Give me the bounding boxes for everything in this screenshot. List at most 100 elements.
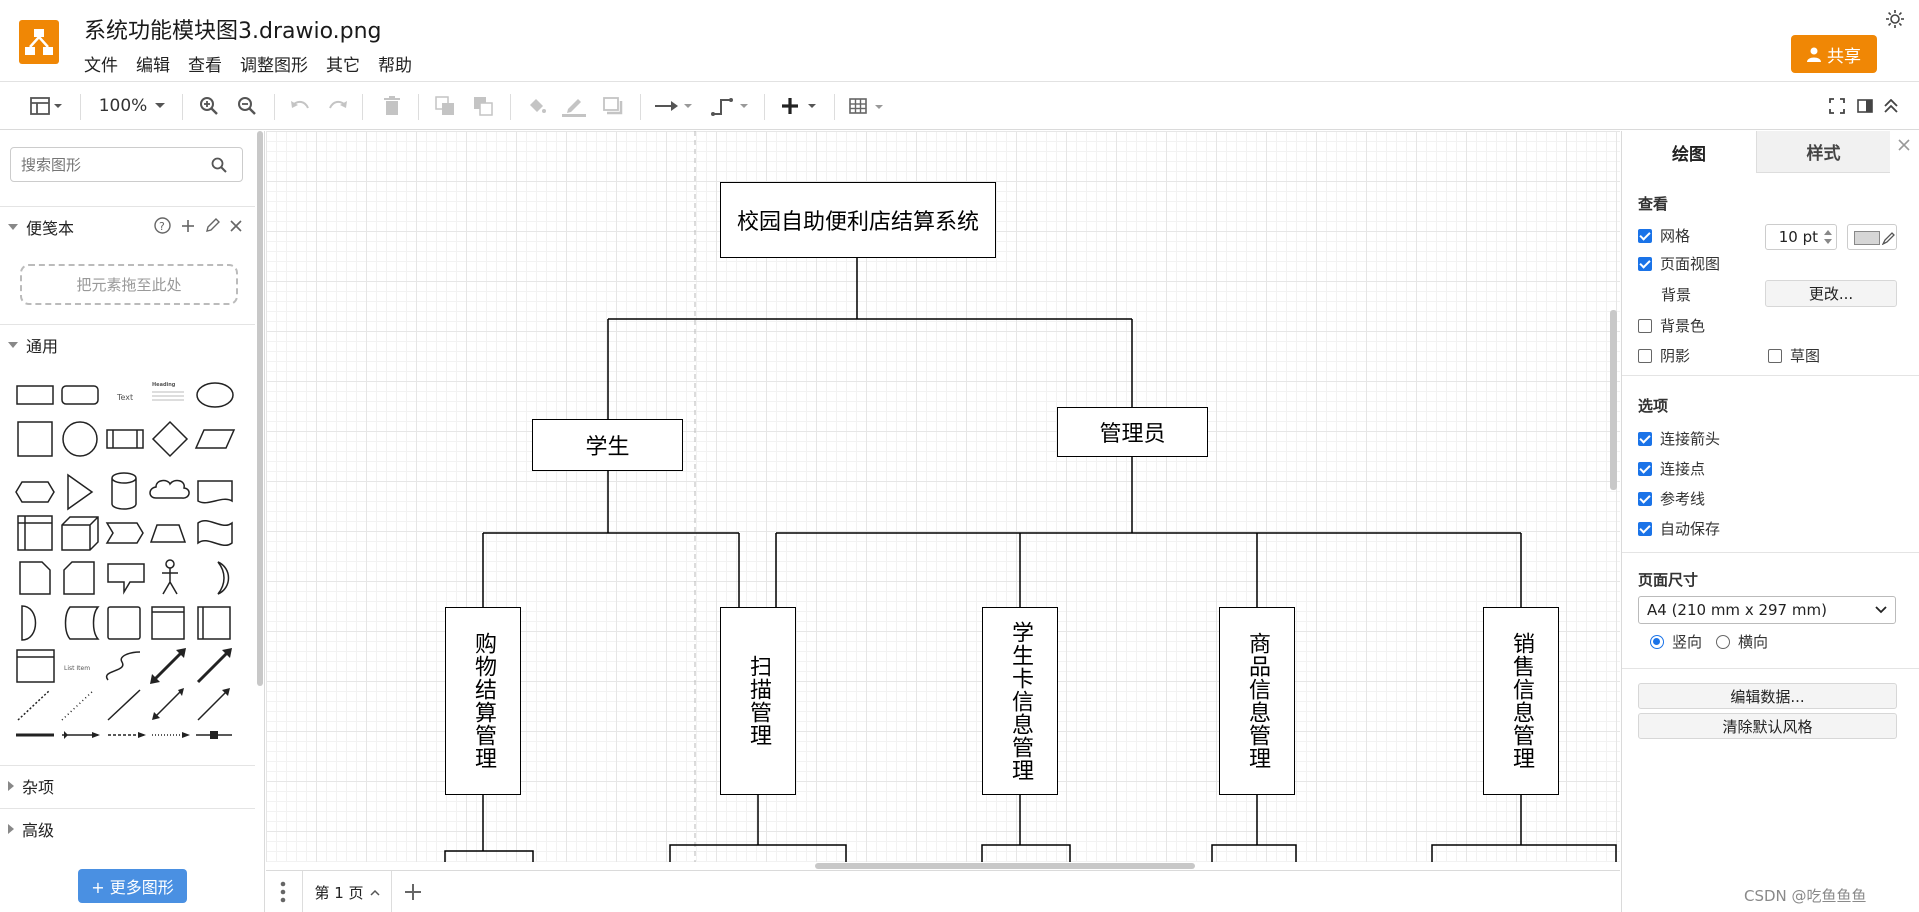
portrait-radio[interactable] bbox=[1650, 634, 1664, 649]
grid-option[interactable]: 网格 bbox=[1638, 225, 1690, 246]
diagram-canvas[interactable]: 校园自助便利店结算系统 学生 管理员 购物结算管理 扫描管理 学生卡信息管理 商… bbox=[266, 131, 1620, 862]
cylinder-shape bbox=[111, 472, 137, 510]
canvas-horizontal-scrollbar[interactable] bbox=[815, 863, 1195, 869]
grid-color-swatch[interactable] bbox=[1847, 224, 1897, 250]
module-node-checkout[interactable]: 购物结算管理 bbox=[445, 607, 521, 795]
paper-size-select[interactable]: A4 (210 mm x 297 mm) bbox=[1638, 596, 1896, 624]
autosave-checkbox[interactable] bbox=[1638, 521, 1652, 536]
step-shape bbox=[105, 522, 144, 544]
chevron-up-icon[interactable] bbox=[370, 889, 380, 896]
module-node-sales[interactable]: 销售信息管理 bbox=[1483, 607, 1559, 795]
change-background-button[interactable]: 更改... bbox=[1765, 280, 1897, 307]
module-node-product[interactable]: 商品信息管理 bbox=[1219, 607, 1295, 795]
more-shapes-button[interactable]: + 更多图形 bbox=[78, 869, 187, 903]
shadow-checkbox[interactable] bbox=[1638, 348, 1652, 363]
tab-diagram[interactable]: 绘图 bbox=[1622, 131, 1756, 173]
scratchpad-drop-zone[interactable]: 把元素拖至此处 bbox=[20, 264, 238, 305]
search-icon[interactable] bbox=[211, 157, 227, 173]
menu-file[interactable]: 文件 bbox=[84, 51, 118, 76]
module-node-student-card[interactable]: 学生卡信息管理 bbox=[982, 607, 1058, 795]
table-icon bbox=[849, 98, 883, 114]
insert-dropdown[interactable] bbox=[780, 90, 822, 122]
shadow-button[interactable] bbox=[600, 90, 626, 122]
to-back-button[interactable] bbox=[470, 90, 496, 122]
landscape-option[interactable]: 横向 bbox=[1716, 631, 1768, 652]
undo-button[interactable] bbox=[288, 90, 312, 122]
line-color-button[interactable] bbox=[560, 90, 588, 122]
page-tab[interactable]: 第 1 页 bbox=[302, 871, 392, 912]
redo-button[interactable] bbox=[326, 90, 350, 122]
shape-search-box[interactable] bbox=[10, 147, 243, 182]
delete-button[interactable] bbox=[380, 90, 404, 122]
table-dropdown[interactable] bbox=[848, 90, 890, 122]
connection-style-dropdown[interactable] bbox=[654, 90, 696, 122]
background-color-checkbox[interactable] bbox=[1638, 318, 1652, 333]
waypoints-dropdown[interactable] bbox=[710, 90, 752, 122]
edit-icon[interactable] bbox=[205, 218, 220, 233]
fill-color-button[interactable] bbox=[524, 90, 550, 122]
menu-edit[interactable]: 编辑 bbox=[136, 51, 170, 76]
eyedropper-icon[interactable] bbox=[1882, 231, 1896, 245]
heading-shape[interactable]: Heading bbox=[152, 382, 176, 388]
vertical-dots-icon[interactable] bbox=[280, 881, 286, 903]
format-panel-button[interactable] bbox=[1854, 90, 1876, 122]
background-color-option[interactable]: 背景色 bbox=[1638, 315, 1705, 336]
clear-default-style-button[interactable]: 清除默认风格 bbox=[1638, 713, 1897, 739]
zoom-out-button[interactable] bbox=[234, 90, 260, 122]
student-node[interactable]: 学生 bbox=[532, 419, 683, 471]
spinner-icon[interactable] bbox=[1824, 228, 1832, 246]
menu-help[interactable]: 帮助 bbox=[378, 51, 412, 76]
menu-extras[interactable]: 其它 bbox=[326, 51, 360, 76]
connect-arrows-option[interactable]: 连接箭头 bbox=[1638, 428, 1720, 449]
connect-points-option[interactable]: 连接点 bbox=[1638, 458, 1705, 479]
collapse-toolbar-button[interactable] bbox=[1880, 90, 1902, 122]
search-input[interactable] bbox=[21, 155, 211, 174]
sun-icon[interactable] bbox=[1885, 9, 1905, 29]
format-panel-toggle[interactable] bbox=[26, 90, 68, 122]
guides-checkbox[interactable] bbox=[1638, 491, 1652, 506]
admin-node[interactable]: 管理员 bbox=[1057, 407, 1208, 457]
shadow-option[interactable]: 阴影 bbox=[1638, 345, 1690, 366]
add-icon[interactable] bbox=[181, 219, 195, 233]
menu-arrange[interactable]: 调整图形 bbox=[240, 51, 308, 76]
zoom-dropdown[interactable]: 100% bbox=[96, 90, 168, 122]
document-title[interactable]: 系统功能模块图3.drawio.png bbox=[84, 13, 382, 45]
close-icon[interactable] bbox=[230, 219, 242, 232]
add-page-icon[interactable] bbox=[403, 882, 423, 902]
connect-arrows-checkbox[interactable] bbox=[1638, 431, 1652, 446]
general-header[interactable]: 通用 bbox=[0, 324, 255, 364]
guides-option[interactable]: 参考线 bbox=[1638, 488, 1705, 509]
tab-style[interactable]: 样式 bbox=[1756, 131, 1890, 173]
triangle-shape bbox=[67, 473, 94, 511]
grid-size-input[interactable]: 10 pt bbox=[1765, 224, 1837, 250]
sketch-checkbox[interactable] bbox=[1768, 348, 1782, 363]
advanced-header[interactable]: 高级 bbox=[0, 808, 255, 848]
collapsed-triangle-icon bbox=[8, 780, 14, 791]
portrait-option[interactable]: 竖向 bbox=[1650, 631, 1702, 652]
canvas-vertical-scrollbar[interactable] bbox=[1610, 310, 1617, 490]
help-icon[interactable]: ? bbox=[154, 217, 171, 234]
to-front-button[interactable] bbox=[432, 90, 458, 122]
autosave-option[interactable]: 自动保存 bbox=[1638, 518, 1720, 539]
edit-data-button[interactable]: 编辑数据... bbox=[1638, 683, 1897, 709]
list-item-shape[interactable]: List Item bbox=[64, 665, 90, 672]
sidebar-scrollbar[interactable] bbox=[257, 131, 263, 686]
close-icon[interactable] bbox=[1898, 139, 1910, 151]
page-view-option[interactable]: 页面视图 bbox=[1638, 253, 1720, 274]
sketch-option[interactable]: 草图 bbox=[1768, 345, 1820, 366]
general-shapes-palette[interactable]: Text Heading List Item bbox=[0, 370, 250, 760]
scratchpad-header[interactable]: 便笺本 ? bbox=[0, 206, 255, 246]
landscape-radio[interactable] bbox=[1716, 634, 1730, 649]
fullscreen-button[interactable] bbox=[1826, 90, 1848, 122]
connect-points-checkbox[interactable] bbox=[1638, 461, 1652, 476]
text-shape[interactable]: Text bbox=[116, 393, 133, 402]
root-node[interactable]: 校园自助便利店结算系统 bbox=[720, 182, 996, 258]
diamond-shape bbox=[151, 420, 189, 458]
grid-checkbox[interactable] bbox=[1638, 228, 1652, 243]
menu-view[interactable]: 查看 bbox=[188, 51, 222, 76]
share-button[interactable]: 共享 bbox=[1791, 35, 1877, 73]
page-view-checkbox[interactable] bbox=[1638, 256, 1652, 271]
zoom-in-button[interactable] bbox=[196, 90, 222, 122]
misc-header[interactable]: 杂项 bbox=[0, 765, 255, 805]
module-node-scan[interactable]: 扫描管理 bbox=[720, 607, 796, 795]
